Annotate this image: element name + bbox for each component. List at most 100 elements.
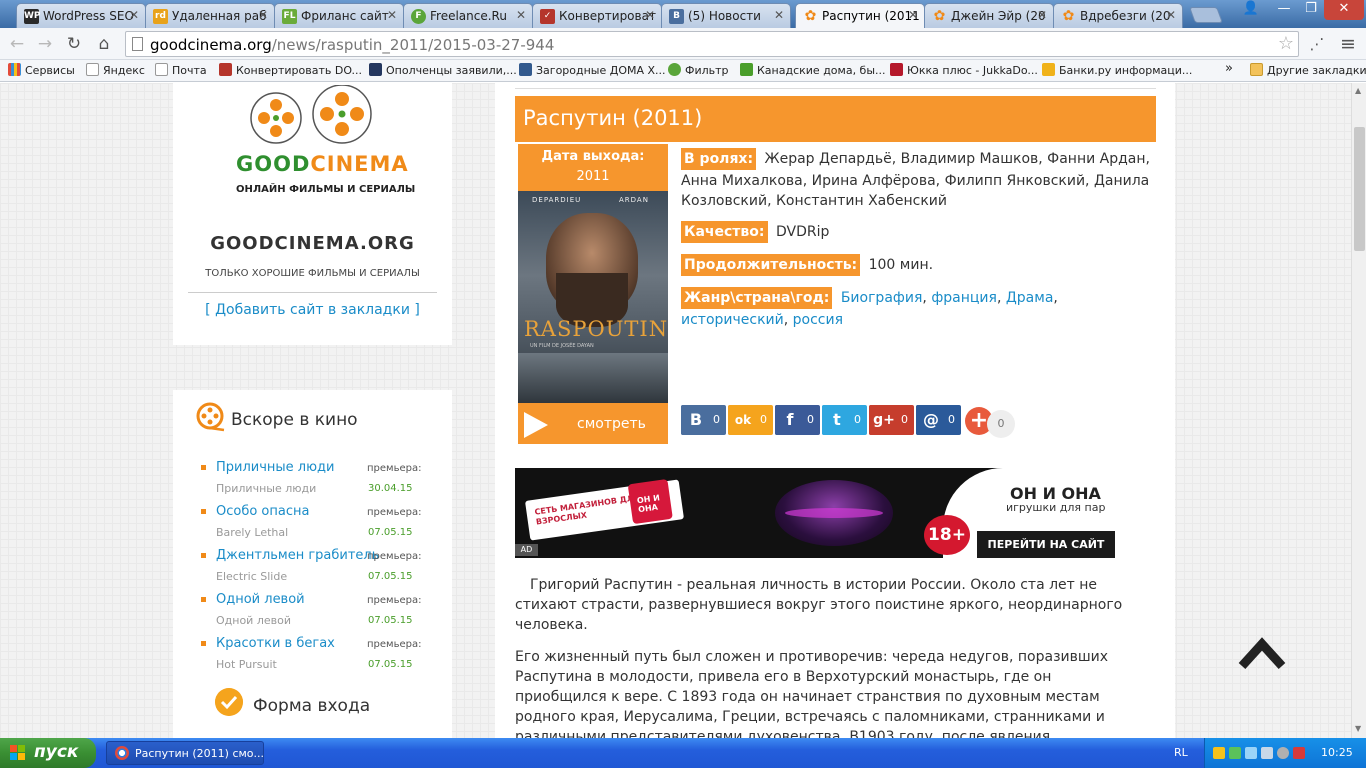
bookmark-filter[interactable]: Фильтр (668, 63, 729, 77)
forward-icon[interactable]: → (33, 33, 57, 55)
genre-link[interactable]: Драма (1006, 290, 1054, 306)
tab-wordpress-seo[interactable]: WP WordPress SEO ✕ (16, 3, 146, 28)
genre-link[interactable]: франция (931, 290, 997, 306)
share-facebook-button[interactable]: f 0 (775, 405, 820, 435)
convert-favicon-icon: ✓ (540, 9, 555, 24)
maximize-button[interactable]: ❐ (1298, 0, 1324, 20)
address-bar[interactable]: goodcinema.org/news/rasputin_2011/2015-0… (125, 31, 1299, 57)
taskbar-chrome-window[interactable]: Распутин (2011) смо... (106, 741, 264, 765)
fl-favicon-icon: FL (282, 9, 297, 24)
tab-news[interactable]: B (5) Новости ✕ (661, 3, 791, 28)
release-label: Дата выхода: (541, 149, 645, 164)
tray-volume-icon[interactable] (1277, 747, 1289, 759)
url-text[interactable]: goodcinema.org/news/rasputin_2011/2015-0… (150, 36, 554, 54)
tray-network-icon[interactable] (1229, 747, 1241, 759)
tab-remote-work[interactable]: rd Удаленная раб ✕ (145, 3, 275, 28)
folder-icon (1250, 63, 1263, 76)
share-google-plus-button[interactable]: g+ 0 (869, 405, 914, 435)
close-tab-icon[interactable]: ✕ (1037, 8, 1047, 22)
poster-credit: UN FILM DE JOSÉE DAYAN (530, 343, 594, 349)
original-title: Hot Pursuit (216, 658, 277, 671)
tab-freelance-site[interactable]: FL Фриланс сайт ✕ (274, 3, 404, 28)
bookmark-jukka[interactable]: Юкка плюс - JukkaDo... (890, 63, 1038, 77)
premiere-date: 07.05.15 (368, 615, 413, 626)
share-mail-button[interactable]: @ 0 (916, 405, 961, 435)
share-vk-button[interactable]: В 0 (681, 405, 726, 435)
movie-link[interactable]: Красотки в бегах (216, 636, 335, 651)
bookmark-services[interactable]: Сервисы (8, 63, 75, 77)
chrome-menu-icon[interactable]: ≡ (1336, 33, 1360, 55)
banki-icon (1042, 63, 1055, 76)
movie-link[interactable]: Приличные люди (216, 460, 335, 475)
genre-link[interactable]: россия (793, 312, 843, 328)
url-host: goodcinema.org (150, 36, 272, 54)
tab-label: Вдребезги (20 (1080, 9, 1171, 23)
bookmark-militia[interactable]: Ополченцы заявили,... (369, 63, 517, 77)
close-tab-icon[interactable]: ✕ (908, 8, 918, 22)
tray-device-icon[interactable] (1261, 747, 1273, 759)
genre-link[interactable]: исторический (681, 312, 784, 328)
genre-link[interactable]: Биография (841, 290, 923, 306)
scrollbar-thumb[interactable] (1354, 127, 1365, 251)
close-tab-icon[interactable]: ✕ (516, 8, 526, 22)
start-button[interactable]: пуск (0, 738, 96, 768)
bookmark-mail[interactable]: Почта (155, 63, 207, 77)
mail-icon: @ (916, 405, 946, 435)
scroll-up-icon[interactable]: ▲ (1355, 86, 1361, 95)
close-window-button[interactable]: ✕ (1324, 0, 1364, 20)
system-tray: 10:25 (1204, 738, 1366, 768)
ad-banner[interactable]: СЕТЬ МАГАЗИНОВ ДЛЯ ВЗРОСЛЫХ ОН И ОНА ОН … (515, 468, 1115, 558)
tab-vdrebezgi[interactable]: ✿ Вдребезги (20 ✕ (1053, 3, 1183, 28)
tray-shield-icon[interactable] (1213, 747, 1225, 759)
bookmark-convert[interactable]: Конвертировать DO... (219, 63, 362, 77)
close-tab-icon[interactable]: ✕ (774, 8, 784, 22)
tab-convert[interactable]: ✓ Конвертироват ✕ (532, 3, 662, 28)
ad-cta-button[interactable]: ПЕРЕЙТИ НА САЙТ (977, 531, 1115, 558)
list-item: Особо опасна Barely Lethal премьера: 07.… (201, 504, 441, 548)
share-ok-button[interactable]: ok 0 (728, 405, 773, 435)
close-tab-icon[interactable]: ✕ (387, 8, 397, 22)
language-indicator[interactable]: RL (1174, 746, 1188, 759)
bookmark-star-icon[interactable]: ☆ (1278, 33, 1294, 54)
tray-display-icon[interactable] (1245, 747, 1257, 759)
close-tab-icon[interactable]: ✕ (258, 8, 268, 22)
share-count: 0 (807, 413, 814, 426)
bookmark-label: Банки.ру информаци... (1059, 64, 1193, 77)
home-icon[interactable]: ⌂ (92, 33, 116, 55)
bookmarks-overflow-button[interactable]: » (1225, 61, 1233, 76)
extension-icon[interactable]: ⋰ (1305, 33, 1329, 55)
close-tab-icon[interactable]: ✕ (645, 8, 655, 22)
ad-tag: AD (515, 544, 538, 556)
movie-poster[interactable]: DEPARDIEU ARDAN RASPOUTINE UN FILM DE JO… (518, 191, 668, 403)
profile-icon[interactable]: 👤 (1238, 0, 1264, 20)
bookmark-yandex[interactable]: Яндекс (86, 63, 145, 77)
tab-rasputin[interactable]: ✿ Распутин (2011 ✕ (795, 3, 925, 28)
scroll-to-top-icon[interactable] (1238, 636, 1286, 672)
close-tab-icon[interactable]: ✕ (1166, 8, 1176, 22)
minimize-button[interactable]: — (1270, 0, 1298, 20)
share-count: 0 (901, 413, 908, 426)
movie-link[interactable]: Джентльмен грабитель (216, 548, 379, 563)
start-label: пуск (34, 742, 79, 762)
add-bookmark-link[interactable]: [ Добавить сайт в закладки ] (173, 302, 452, 318)
tab-jane-eyre[interactable]: ✿ Джейн Эйр (20 ✕ (924, 3, 1054, 28)
jukka-icon (890, 63, 903, 76)
vertical-scrollbar[interactable]: ▲ ▼ (1351, 83, 1366, 738)
close-tab-icon[interactable]: ✕ (129, 8, 139, 22)
watch-button[interactable]: смотреть (518, 405, 668, 444)
bookmark-canadian-houses[interactable]: Канадские дома, бы... (740, 63, 886, 77)
other-bookmarks[interactable]: Другие закладки (1250, 63, 1366, 77)
bookmark-country-houses[interactable]: Загородные ДОМА Х... (519, 63, 666, 77)
movie-link[interactable]: Особо опасна (216, 504, 309, 519)
new-tab-button[interactable] (1189, 7, 1223, 23)
release-year: 2011 (576, 169, 610, 184)
tab-freelance-ru[interactable]: F Freelance.Ru ✕ (403, 3, 533, 28)
bookmark-label: Конвертировать DO... (236, 64, 363, 77)
share-twitter-button[interactable]: t 0 (822, 405, 867, 435)
reload-icon[interactable]: ↻ (62, 33, 86, 55)
movie-link[interactable]: Одной левой (216, 592, 305, 607)
back-icon[interactable]: ← (5, 33, 29, 55)
scroll-down-icon[interactable]: ▼ (1355, 724, 1361, 733)
bookmark-banki[interactable]: Банки.ру информаци... (1042, 63, 1192, 77)
tray-antivirus-icon[interactable] (1293, 747, 1305, 759)
